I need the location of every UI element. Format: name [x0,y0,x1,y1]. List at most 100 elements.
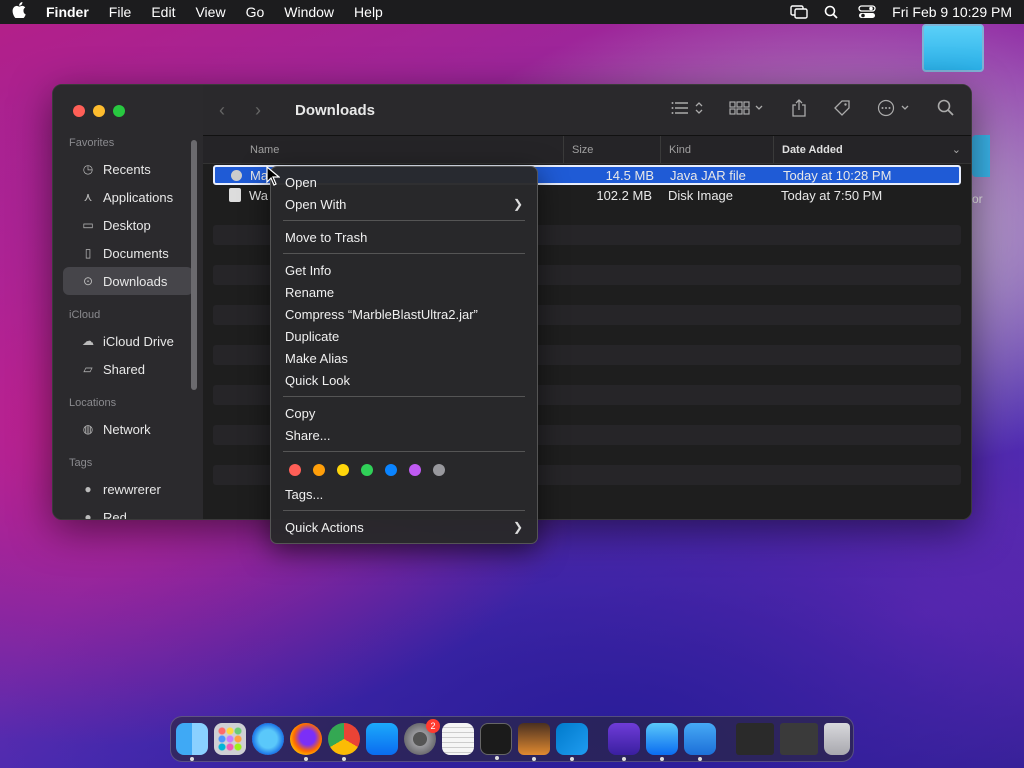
firefox-app-icon[interactable] [290,723,322,761]
sidebar-item-downloads[interactable]: ⊙ Downloads [63,267,193,295]
share-icon[interactable] [791,99,807,121]
utility-app-icon[interactable] [608,723,640,761]
sidebar-section-icloud: iCloud [69,309,101,321]
close-button[interactable] [73,105,85,117]
sidebar-item-shared[interactable]: ▱ Shared [63,355,193,383]
chrome-app-icon[interactable] [328,723,360,761]
menu-view[interactable]: View [195,4,225,20]
menu-item-open-with[interactable]: Open With ❯ [271,193,537,215]
menu-item-copy[interactable]: Copy [271,402,537,424]
menu-go[interactable]: Go [246,4,265,20]
sidebar-item-label: Network [103,421,151,437]
menu-window[interactable]: Window [284,4,334,20]
sidebar-item-tag-rewwrerer[interactable]: ● rewwrerer [63,475,193,503]
sidebar-item-label: iCloud Drive [103,333,174,349]
menu-separator [283,253,525,254]
tag-purple-dot[interactable] [409,464,421,476]
spotlight-search-icon[interactable] [824,5,842,19]
sidebar-item-desktop[interactable]: ▭ Desktop [63,211,193,239]
chevron-down-icon: ⌄ [951,144,961,156]
sidebar-item-network[interactable]: ◍ Network [63,415,193,443]
group-icon[interactable] [729,100,765,120]
sidebar-item-documents[interactable]: ▯ Documents [63,239,193,267]
control-center-icon[interactable] [858,5,876,19]
back-button[interactable]: ‹ [219,100,239,121]
list-view-icon[interactable] [671,100,703,120]
menu-item-share[interactable]: Share... [271,424,537,446]
sidebar-item-icloud-drive[interactable]: ☁ iCloud Drive [63,327,193,355]
menu-item-tags[interactable]: Tags... [271,483,537,505]
recent-window-thumbnail[interactable] [780,723,818,755]
minimize-button[interactable] [93,105,105,117]
menu-item-quick-look[interactable]: Quick Look [271,369,537,391]
column-size[interactable]: Size [563,136,660,163]
disk-image-icon [229,188,241,202]
menu-item-open[interactable]: Open [271,171,537,193]
context-menu: Open Open With ❯ Move to Trash Get Info R… [270,166,538,544]
finder-app-icon[interactable] [176,723,208,761]
globe-icon: ◍ [82,422,94,436]
trash-icon[interactable] [824,723,850,755]
menu-item-rename[interactable]: Rename [271,281,537,303]
menu-item-duplicate[interactable]: Duplicate [271,325,537,347]
tag-dot-icon: ● [84,482,92,496]
sidebar-item-tag-red[interactable]: ● Red [63,503,193,520]
chevron-right-icon: ❯ [512,520,523,534]
zoom-button[interactable] [113,105,125,117]
column-date-added[interactable]: Date Added ⌄ [773,136,971,163]
menu-file[interactable]: File [109,4,132,20]
window-controls [73,105,125,117]
sidebar-item-label: Downloads [103,273,168,289]
recent-window-thumbnail[interactable] [736,723,774,755]
sidebar: Favorites ◷ Recents ⋏ Applications ▭ Des… [53,85,203,520]
menu-edit[interactable]: Edit [151,4,175,20]
search-icon[interactable] [937,99,955,121]
tag-orange-dot[interactable] [313,464,325,476]
sidebar-item-label: rewwrerer [103,481,161,497]
desktop-folder-icon-partial[interactable] [972,135,990,177]
tag-blue-dot[interactable] [385,464,397,476]
notification-badge: 2 [426,719,440,733]
menu-item-quick-actions[interactable]: Quick Actions ❯ [271,516,537,538]
vscode-app-icon[interactable] [556,723,588,761]
tag-green-dot[interactable] [361,464,373,476]
menu-finder[interactable]: Finder [46,4,89,20]
more-actions-icon[interactable] [877,99,911,121]
tag-gray-dot[interactable] [433,464,445,476]
apple-menu-icon[interactable] [12,1,28,23]
menu-help[interactable]: Help [354,4,383,20]
column-name[interactable]: Name [203,136,563,163]
menu-item-make-alias[interactable]: Make Alias [271,347,537,369]
textedit-app-icon[interactable] [442,723,474,755]
menu-item-move-to-trash[interactable]: Move to Trash [271,226,537,248]
menu-bar: Finder File Edit View Go Window Help Fri… [0,0,1024,24]
app-store-app-icon[interactable] [366,723,398,755]
sidebar-item-label: Documents [103,245,169,261]
tag-red-dot[interactable] [289,464,301,476]
xcode-app-icon[interactable] [646,723,678,761]
applications-icon: ⋏ [83,190,93,204]
screen-mirror-icon[interactable] [790,5,808,19]
menu-item-compress[interactable]: Compress “MarbleBlastUltra2.jar” [271,303,537,325]
document-icon: ▯ [84,246,92,260]
file-kind: Disk Image [668,187,734,203]
simulator-app-icon[interactable] [684,723,716,761]
forward-button[interactable]: › [255,100,275,121]
menu-clock[interactable]: Fri Feb 9 10:29 PM [892,4,1012,20]
column-header: Name Size Kind Date Added ⌄ [203,136,971,164]
column-kind[interactable]: Kind [660,136,773,163]
menu-item-get-info[interactable]: Get Info [271,259,537,281]
sidebar-item-applications[interactable]: ⋏ Applications [63,183,193,211]
menu-separator [283,220,525,221]
safari-app-icon[interactable] [252,723,284,755]
garageband-app-icon[interactable] [518,723,550,761]
launchpad-app-icon[interactable] [214,723,246,755]
terminal-app-icon[interactable] [480,723,512,760]
tag-yellow-dot[interactable] [337,464,349,476]
sidebar-item-recents[interactable]: ◷ Recents [63,155,193,183]
system-settings-app-icon[interactable]: 2 [404,719,440,755]
desktop-folder-icon[interactable] [922,24,984,72]
jar-file-icon [231,169,242,181]
tag-icon[interactable] [833,99,851,121]
sidebar-scrollbar[interactable] [191,140,197,390]
